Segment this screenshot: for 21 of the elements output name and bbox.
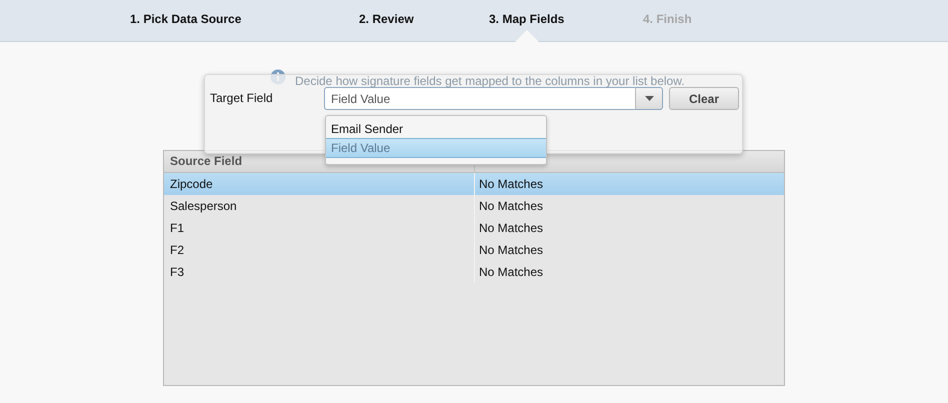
- field-label: Target Field: [210, 91, 273, 105]
- table-cell-text: No Matches: [478, 264, 544, 281]
- target-field-input[interactable]: Field Value: [324, 87, 635, 110]
- dropdown-option[interactable]: Email Sender: [326, 120, 546, 138]
- wizard-step[interactable]: 3. Map Fields: [487, 12, 566, 41]
- hint-text: Decide how signature fields get mapped to the columns in your list below.: [295, 74, 685, 88]
- table-cell: Zipcode: [164, 173, 475, 195]
- table-cell-text: No Matches: [478, 198, 544, 215]
- selected-row[interactable]: Zipcode No Matches: [164, 173, 784, 195]
- table-cell-text: No Matches: [478, 176, 544, 193]
- table-cell: Salesperson: [164, 195, 475, 217]
- caret-icon: [644, 96, 654, 101]
- table-cell: F1: [164, 217, 475, 239]
- wizard-step[interactable]: 2. Review: [357, 12, 416, 26]
- table-cell-text: No Matches: [478, 242, 544, 259]
- table-cell: F3: [164, 261, 475, 283]
- wizard-step[interactable]: 1. Pick Data Source: [128, 12, 244, 26]
- table-cell: F2: [164, 239, 475, 261]
- dropdown-button[interactable]: [635, 87, 663, 110]
- table-cell-text: No Matches: [478, 220, 544, 237]
- clear-button[interactable]: Clear: [669, 87, 739, 110]
